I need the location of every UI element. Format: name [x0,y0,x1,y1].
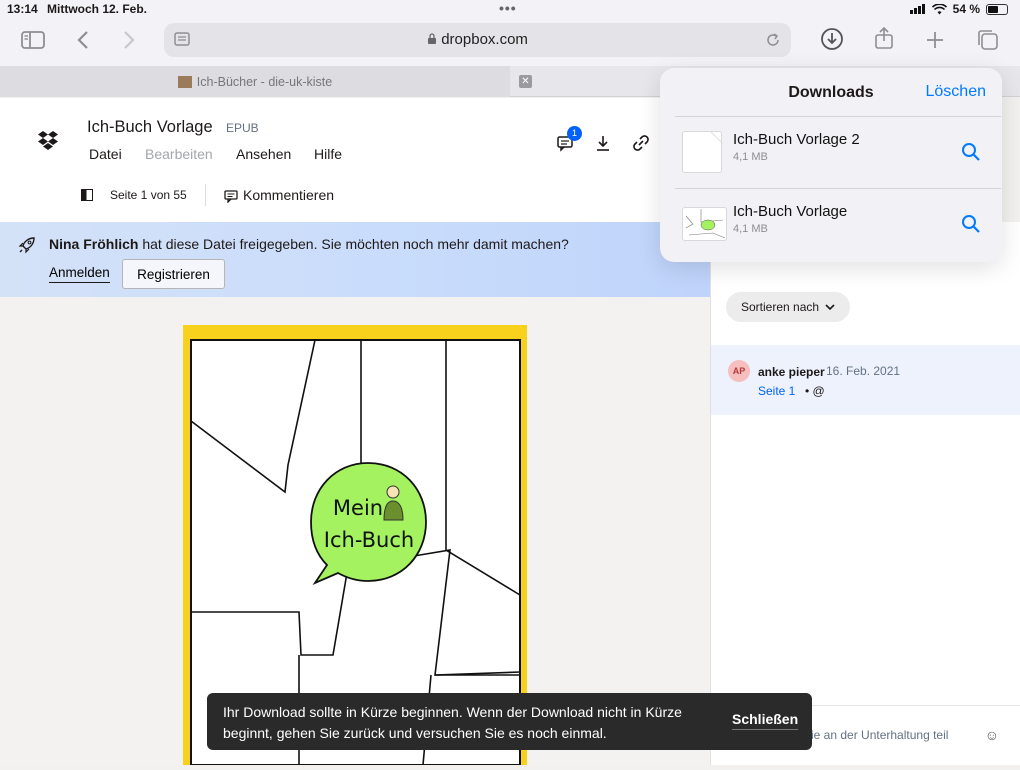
forward-icon[interactable] [115,28,143,52]
tab-close-button[interactable]: ✕ [519,75,532,88]
lock-icon [428,33,437,44]
downloads-icon[interactable] [818,27,846,51]
toast-message: Ihr Download sollte in Kürze beginnen. W… [223,704,682,741]
download-item[interactable]: Ich-Buch Vorlage 2 4,1 MB [675,116,1001,188]
comment-page-link[interactable]: Seite 1 [758,384,795,398]
menu-hilfe[interactable]: Hilfe [314,146,342,162]
status-indicators: 54 % [909,2,1008,16]
sharer-name: Nina Fröhlich [49,236,139,252]
comment-item[interactable]: AP anke pieper 16. Feb. 2021 Seite 1 • @ [711,345,1020,415]
battery-icon [986,3,1008,15]
menu-bearbeiten[interactable]: Bearbeiten [145,146,213,162]
cover-text-line2: Ich-Buch [324,528,414,552]
comment-author: anke pieper [758,365,825,379]
downloads-popover: Downloads Löschen Ich-Buch Vorlage 2 4,1… [660,68,1002,262]
battery-percent: 54 % [952,2,980,16]
comments-panel: Sortieren nach AP anke pieper 16. Feb. 2… [710,222,1020,765]
chevron-down-icon [825,304,835,311]
share-banner: Nina Fröhlich hat diese Datei freigegebe… [0,222,710,297]
cover-text-line1: Mein [333,496,383,520]
share-icon[interactable] [870,26,898,50]
download-item[interactable]: Ich-Buch Vorlage 4,1 MB [675,188,1001,260]
comment-mention: • @ [805,384,825,398]
rocket-icon [18,237,35,254]
page-panel-icon[interactable] [81,189,93,201]
menu-ansehen[interactable]: Ansehen [236,146,291,162]
page-indicator: Seite 1 von 55 [110,188,187,202]
download-size: 4,1 MB [733,223,768,235]
download-size: 4,1 MB [733,151,768,163]
search-icon[interactable] [961,142,981,162]
toast-close-button[interactable]: Schließen [732,711,799,730]
download-name: Ich-Buch Vorlage 2 [733,131,860,148]
document-title: Ich-Buch Vorlage [87,118,213,136]
sort-button[interactable]: Sortieren nach [726,292,850,322]
composer-placeholder: ie an der Unterhaltung teil [811,728,949,742]
register-button[interactable]: Registrieren [122,259,225,289]
multitask-dots[interactable]: ••• [499,0,517,16]
menu-datei[interactable]: Datei [89,146,122,162]
status-bar: 13:14 Mittwoch 12. Feb. ••• 54 % [0,0,1020,20]
download-toast: Ihr Download sollte in Kürze beginnen. W… [207,693,812,750]
divider [205,184,206,206]
comment-button[interactable]: Kommentieren [243,187,334,203]
tabs-overview-icon[interactable] [974,28,1002,52]
sidebar-toggle-icon[interactable] [19,28,47,52]
download-icon[interactable] [594,134,614,154]
status-date: Mittwoch 12. Feb. [47,2,148,16]
avatar: AP [728,360,750,382]
back-icon[interactable] [69,28,97,52]
search-icon[interactable] [961,214,981,234]
browser-toolbar: dropbox.com [0,20,1020,66]
emoji-icon[interactable]: ☺ [985,727,999,743]
comment-icon[interactable] [224,189,238,203]
comments-count-badge: 1 [567,126,582,141]
address-bar[interactable]: dropbox.com [164,23,791,57]
comment-date: 16. Feb. 2021 [826,364,901,378]
new-tab-icon[interactable] [921,28,949,52]
reload-icon[interactable] [765,32,781,48]
document-header: Ich-Buch Vorlage EPUB Datei Bearbeiten A… [0,98,710,222]
banner-message: Nina Fröhlich hat diese Datei freigegebe… [49,236,569,252]
tab-ich-buecher[interactable]: Ich-Bücher - die-uk-kiste [0,66,510,97]
url-text[interactable]: dropbox.com [164,31,791,48]
file-icon [682,131,724,173]
login-button[interactable]: Anmelden [49,265,110,283]
link-icon[interactable] [632,134,652,154]
document-type: EPUB [226,121,259,135]
url-label: dropbox.com [441,31,528,48]
favicon [177,75,192,88]
clear-downloads-button[interactable]: Löschen [926,83,987,101]
banner-text: hat diese Datei freigegeben. Sie möchten… [138,236,569,252]
status-time: 13:14 [7,2,38,16]
dropbox-logo-icon[interactable] [37,130,59,155]
download-name: Ich-Buch Vorlage [733,203,848,220]
tab-title: Ich-Bücher - die-uk-kiste [196,74,333,89]
file-thumbnail-icon [682,207,727,241]
sort-label: Sortieren nach [741,300,820,314]
wifi-icon [931,3,947,14]
cellular-icon [909,4,925,14]
